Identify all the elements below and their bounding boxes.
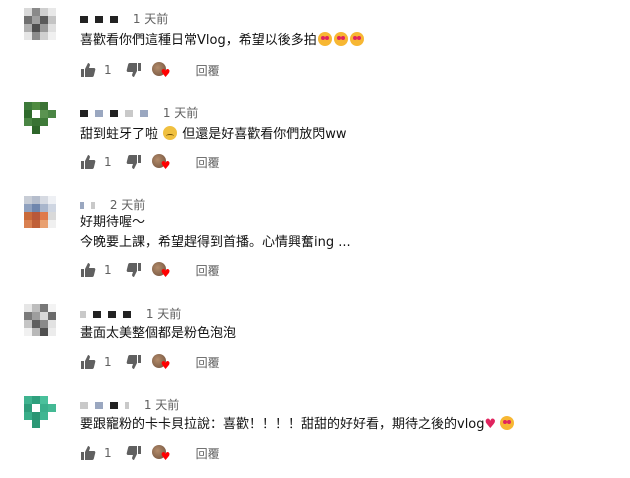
avatar[interactable] [24,196,56,228]
comment-timestamp[interactable]: 1 天前 [163,106,198,120]
heart-eyes-emoji-icon [317,32,332,46]
comment-text-body: 喜歡看你們這種日常Vlog，希望以後多拍 [80,33,317,48]
thumbs-down-icon [126,63,141,77]
reply-button[interactable]: 回覆 [196,262,220,279]
comment-text-part: 但還是好喜歡看你們放閃ww [182,127,347,142]
avatar[interactable] [24,102,56,134]
comment-text: 喜歡看你們這種日常Vlog，希望以後多拍 [80,31,365,50]
like-count: 1 [104,155,112,169]
like-button[interactable] [78,352,98,372]
pleading-face-emoji-icon [163,126,178,140]
thumbs-down-icon [126,446,141,460]
comment-text-body: 要跟寵粉的卡卡貝拉說：喜歡！！！！甜甜的好好看，期待之後的vlog [80,417,485,432]
like-count: 1 [104,263,112,277]
dislike-button[interactable] [124,260,144,280]
like-count: 1 [104,63,112,77]
dislike-button[interactable] [124,352,144,372]
like-button[interactable] [78,443,98,463]
author-name[interactable] [80,307,138,321]
comment-actions: 1 ♥ 回覆 [78,152,220,172]
reply-button[interactable]: 回覆 [196,154,220,171]
comment-text-part: 甜到蛀牙了啦 [80,127,159,142]
comment-actions: 1 ♥ 回覆 [78,260,220,280]
like-button[interactable] [78,260,98,280]
like-count: 1 [104,446,112,460]
comment-actions: 1 ♥ 回覆 [78,60,220,80]
comment-timestamp[interactable]: 1 天前 [144,398,179,412]
avatar[interactable] [24,304,56,336]
dislike-button[interactable] [124,152,144,172]
thumbs-up-icon [81,446,96,460]
avatar[interactable] [24,8,56,40]
reply-button[interactable]: 回覆 [196,62,220,79]
author-name[interactable] [80,12,125,26]
comment-text: 要跟寵粉的卡卡貝拉說：喜歡！！！！甜甜的好好看，期待之後的vlog♥ [80,415,515,434]
comment-timestamp[interactable]: 2 天前 [110,198,145,212]
thumbs-down-icon [126,263,141,277]
creator-heart-icon: ♥ [151,352,172,372]
comment-text: 甜到蛀牙了啦 但還是好喜歡看你們放閃ww [80,125,347,144]
heart-eyes-emoji-icon [349,32,364,46]
author-name[interactable] [80,198,102,212]
thumbs-up-icon [81,155,96,169]
like-button[interactable] [78,152,98,172]
thumbs-up-icon [81,63,96,77]
comment-actions: 1 ♥ 回覆 [78,443,220,463]
reply-button[interactable]: 回覆 [196,354,220,371]
creator-heart-icon: ♥ [151,260,172,280]
dislike-button[interactable] [124,60,144,80]
dislike-button[interactable] [124,443,144,463]
creator-heart-icon: ♥ [151,443,172,463]
heart-eyes-emoji-icon [500,416,515,430]
comment-text-line2: 今晚要上課，希望趕得到首播。心情興奮ing ... [80,235,351,250]
red-heart-emoji-icon: ♥ [484,417,497,432]
like-button[interactable] [78,60,98,80]
comment-timestamp[interactable]: 1 天前 [133,12,168,26]
comment-timestamp[interactable]: 1 天前 [146,307,181,321]
avatar[interactable] [24,396,56,428]
comment-actions: 1 ♥ 回覆 [78,352,220,372]
like-count: 1 [104,355,112,369]
heart-eyes-emoji-icon [333,32,348,46]
reply-button[interactable]: 回覆 [196,445,220,462]
comment-text: 畫面太美整個都是粉色泡泡 [80,326,237,341]
author-name[interactable] [80,398,136,412]
thumbs-down-icon [126,155,141,169]
author-name[interactable] [80,106,155,120]
thumbs-down-icon [126,355,141,369]
creator-heart-icon: ♥ [151,152,172,172]
comment-text-line1: 好期待喔～ [80,215,146,230]
thumbs-up-icon [81,263,96,277]
thumbs-up-icon [81,355,96,369]
creator-heart-icon: ♥ [151,60,172,80]
